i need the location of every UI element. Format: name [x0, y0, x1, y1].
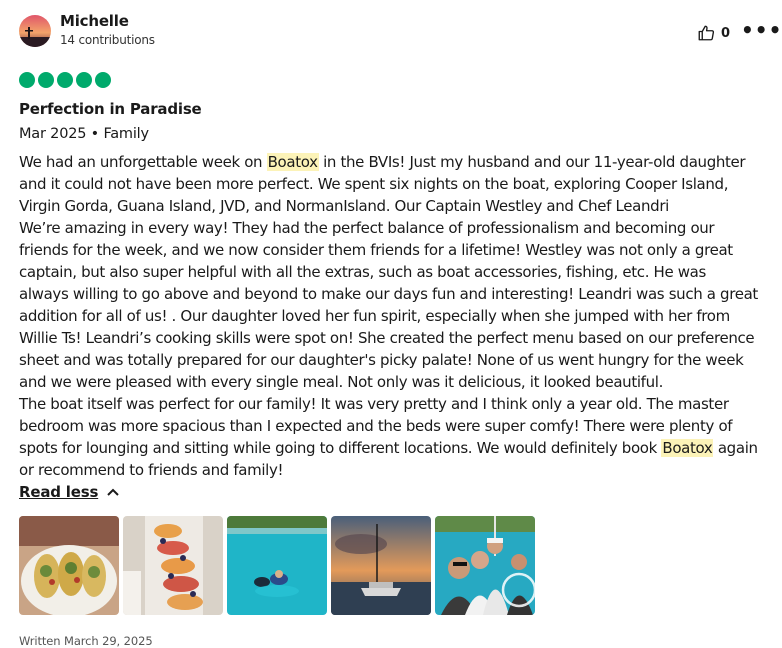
family-on-boat-photo[interactable] [435, 516, 535, 615]
review-line: sheet and was totally prepared for our d… [19, 351, 744, 369]
read-less-button[interactable]: Read less [19, 483, 120, 501]
review-photos [19, 516, 535, 615]
helpful-vote-button[interactable]: 0 [697, 24, 730, 42]
more-options-button[interactable]: ••• [741, 20, 782, 40]
written-date: Written March 29, 2025 [19, 634, 153, 648]
highlighted-term: Boatox [661, 439, 714, 457]
rating-bubble-icon [57, 72, 73, 88]
review-line: We’re amazing in every way! They had the… [19, 219, 715, 237]
fruit-platter-photo[interactable] [123, 516, 223, 615]
review-line: friends for the week, and we now conside… [19, 241, 733, 259]
review-line: addition for all of us! . Our daughter l… [19, 307, 730, 325]
review-line: and we were pleased with every single me… [19, 373, 663, 391]
trip-meta: Mar 2025 • Family [19, 126, 149, 142]
rating-bubbles [19, 72, 111, 88]
thumbs-up-icon [698, 25, 715, 41]
review-line: The boat itself was perfect for our fami… [19, 395, 729, 413]
review-line: always willing to go above and beyond to… [19, 285, 758, 303]
review-title: Perfection in Paradise [19, 100, 202, 118]
review-line: Willie Ts! Leandri’s cooking skills were… [19, 329, 755, 347]
highlighted-term: Boatox [266, 153, 319, 171]
rating-bubble-icon [76, 72, 92, 88]
review-line: Virgin Gorda, Guana Island, JVD, and Nor… [19, 197, 669, 215]
review-line: and it could not have been more perfect.… [19, 175, 729, 193]
review-line: or recommend to friends and family! [19, 461, 284, 479]
review-line: captain, but also super helpful with all… [19, 263, 706, 281]
review-line: bedroom was more spacious than I expecte… [19, 417, 733, 435]
contributions-count: 14 contributions [60, 33, 155, 47]
chevron-up-icon [107, 488, 119, 496]
review-line: We had an unforgettable week on Boatox i… [19, 153, 746, 171]
helpful-count: 0 [721, 25, 731, 41]
read-less-label: Read less [19, 483, 99, 501]
rating-bubble-icon [38, 72, 54, 88]
reviewer-name[interactable]: Michelle [60, 12, 129, 30]
review-body: We had an unforgettable week on Boatox i… [19, 151, 771, 481]
sunset-avatar-icon [19, 15, 51, 47]
avatar[interactable] [19, 15, 51, 47]
review-line: spots for lounging and sitting while goi… [19, 439, 758, 457]
tacos-photo[interactable] [19, 516, 119, 615]
rating-bubble-icon [95, 72, 111, 88]
rating-bubble-icon [19, 72, 35, 88]
snorkeling-photo[interactable] [227, 516, 327, 615]
catamaran-sunset-photo[interactable] [331, 516, 431, 615]
